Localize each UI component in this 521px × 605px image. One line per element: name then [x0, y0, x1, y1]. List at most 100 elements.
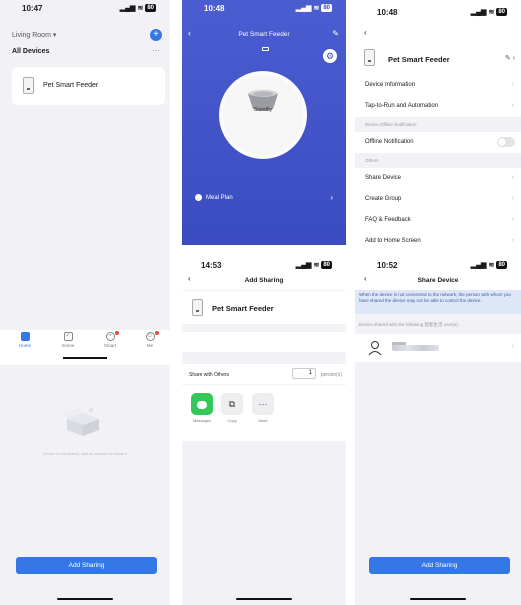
status-icons: ▂▄▆ ≋ 80: [471, 261, 507, 269]
wifi-icon: ≋: [313, 262, 320, 269]
status-text: Standby: [253, 107, 273, 113]
share-device-screen: 10:52 ▂▄▆ ≋ 80 ‹ Share Device When the d…: [355, 245, 521, 605]
chevron-right-icon: ›: [511, 216, 514, 223]
notification-dot: [115, 331, 119, 335]
home-indicator: [57, 598, 113, 600]
battery-icon: 80: [496, 8, 507, 16]
status-icons: ▂▄▆ ≋ 80: [296, 261, 332, 269]
chevron-right-icon: ›: [511, 195, 514, 202]
tab-scene[interactable]: ✓ Scene: [53, 332, 83, 348]
status-icons: ▂▄▆ ≋ 80: [296, 4, 332, 12]
offline-notification-row: Offline Notification: [355, 132, 521, 153]
share-more-option[interactable]: ··· More: [252, 393, 274, 423]
menu-label: FAQ & Feedback: [365, 217, 411, 223]
menu-faq-feedback[interactable]: FAQ & Feedback ›: [355, 210, 521, 231]
option-label: Copy: [227, 418, 237, 423]
meal-plan-row[interactable]: Meal Plan ›: [195, 193, 333, 202]
tab-label: Smart: [103, 343, 116, 348]
menu-tap-to-run[interactable]: Tap-to-Run and Automation ›: [355, 96, 521, 117]
menu-label: Tap-to-Run and Automation: [365, 103, 439, 109]
share-count-row: Share with Others 1 person(s): [182, 364, 346, 384]
menu-create-group[interactable]: Create Group ›: [355, 189, 521, 210]
more-icon: ···: [252, 393, 274, 415]
menu-label: Offline Notification: [365, 139, 414, 145]
smart-icon: ◔: [105, 332, 115, 341]
messages-icon: [191, 393, 213, 415]
settings-header: 10:48 ▂▄▆ ≋ 80 ‹ Pet Smart Feeder ✎ ›: [355, 0, 521, 75]
feeder-panel: 10:48 ▂▄▆ ≋ 80 ‹ Pet Smart Feeder ✎ ⚙ St…: [182, 0, 346, 605]
menu-label: Share Device: [365, 175, 402, 181]
menu-label: Create Group: [365, 196, 402, 202]
feeder-icon: [364, 49, 375, 66]
tab-smart[interactable]: ◔ Smart: [95, 331, 125, 348]
feeder-control-area: 10:48 ▂▄▆ ≋ 80 ‹ Pet Smart Feeder ✎ ⚙ St…: [182, 0, 346, 245]
header: 14:53 ▂▄▆ ≋ 80 ‹ Add Sharing: [182, 245, 346, 290]
battery-icon: 80: [145, 4, 156, 12]
signal-icon: ▂▄▆: [119, 5, 136, 12]
room-selector[interactable]: Living Room ▾: [12, 31, 56, 39]
signal-icon: ▂▄▆: [470, 9, 487, 16]
empty-box-icon: [63, 407, 99, 436]
device-name: Pet Smart Feeder: [388, 55, 450, 64]
feeder-status-circle[interactable]: Standby: [219, 71, 307, 159]
bottom-tab-bar: Home ✓ Scene ◔ Smart ☺ Me: [0, 330, 170, 365]
offline-notification-toggle[interactable]: [497, 137, 515, 147]
page-title: Share Device: [417, 277, 459, 284]
device-card[interactable]: Pet Smart Feeder: [12, 67, 165, 105]
device-battery-icon: [262, 47, 269, 51]
status-time: 10:47: [22, 4, 43, 13]
home-top: 10:47 ▂▄▆ ≋ 80 Living Room ▾ + All Devic…: [0, 0, 170, 365]
back-chevron-icon[interactable]: ‹: [364, 28, 367, 37]
all-devices-title: All Devices: [12, 48, 50, 55]
status-time: 14:53: [201, 261, 222, 270]
share-messages-option[interactable]: Messages: [191, 393, 213, 423]
spacer-row: [182, 332, 346, 352]
add-sharing-button[interactable]: Add Sharing: [16, 557, 157, 574]
add-sharing-button[interactable]: Add Sharing: [369, 557, 510, 574]
chevron-right-icon: ›: [511, 102, 514, 109]
tab-home[interactable]: Home: [10, 332, 40, 348]
home-indicator: [63, 357, 107, 359]
clock-icon: [195, 194, 202, 201]
edit-icon[interactable]: ✎: [332, 29, 339, 38]
more-options-icon[interactable]: ···: [152, 46, 160, 55]
share-copy-option[interactable]: ⧉ Copy: [221, 393, 243, 423]
menu-share-device[interactable]: Share Device ›: [355, 168, 521, 189]
wifi-icon: ≋: [488, 9, 495, 16]
chevron-right-icon: ›: [511, 343, 514, 350]
tab-me[interactable]: ☺ Me: [135, 331, 165, 348]
person-count-input[interactable]: 1: [292, 368, 316, 379]
meal-plan-label: Meal Plan: [206, 194, 233, 201]
page-title: Pet Smart Feeder: [238, 31, 290, 38]
chevron-right-icon: ›: [511, 81, 514, 88]
gear-icon[interactable]: ⚙: [323, 49, 337, 63]
status-bar: 10:47 ▂▄▆ ≋ 80: [0, 0, 170, 16]
status-icons: ▂▄▆ ≋ 80: [120, 4, 156, 12]
add-device-button[interactable]: +: [150, 29, 162, 41]
chevron-right-icon: ›: [330, 193, 333, 202]
menu-label: Device Information: [365, 82, 416, 88]
option-label: More: [258, 418, 268, 423]
others-section-header: Others: [365, 158, 379, 163]
tab-label: Scene: [61, 343, 75, 348]
person-unit: person(s): [320, 372, 342, 378]
tab-label: Home: [18, 343, 31, 348]
battery-icon: 80: [321, 4, 332, 12]
chevron-right-icon: ›: [511, 237, 514, 244]
add-sharing-screen: 14:53 ▂▄▆ ≋ 80 ‹ Add Sharing Pet Smart F…: [182, 245, 346, 605]
shared-user-row[interactable]: ›: [355, 334, 521, 362]
battery-icon: 80: [321, 261, 332, 269]
menu-device-information[interactable]: Device Information ›: [355, 75, 521, 96]
menu-label: Add to Home Screen: [365, 238, 421, 244]
me-icon: ☺: [145, 332, 155, 341]
page-title: Add Sharing: [244, 277, 284, 284]
status-time: 10:48: [204, 4, 225, 13]
notification-dot: [155, 331, 159, 335]
status-icons: ▂▄▆ ≋ 80: [471, 8, 507, 16]
feeder-icon: [23, 77, 34, 94]
edit-name-icon[interactable]: ✎ ›: [505, 54, 515, 62]
device-name: Pet Smart Feeder: [212, 304, 274, 313]
device-settings-panel: 10:48 ▂▄▆ ≋ 80 ‹ Pet Smart Feeder ✎ › De…: [355, 0, 521, 605]
redacted-user-name: [392, 345, 439, 351]
shared-users-label: Device shared with the following 智能生活 us…: [359, 322, 460, 327]
